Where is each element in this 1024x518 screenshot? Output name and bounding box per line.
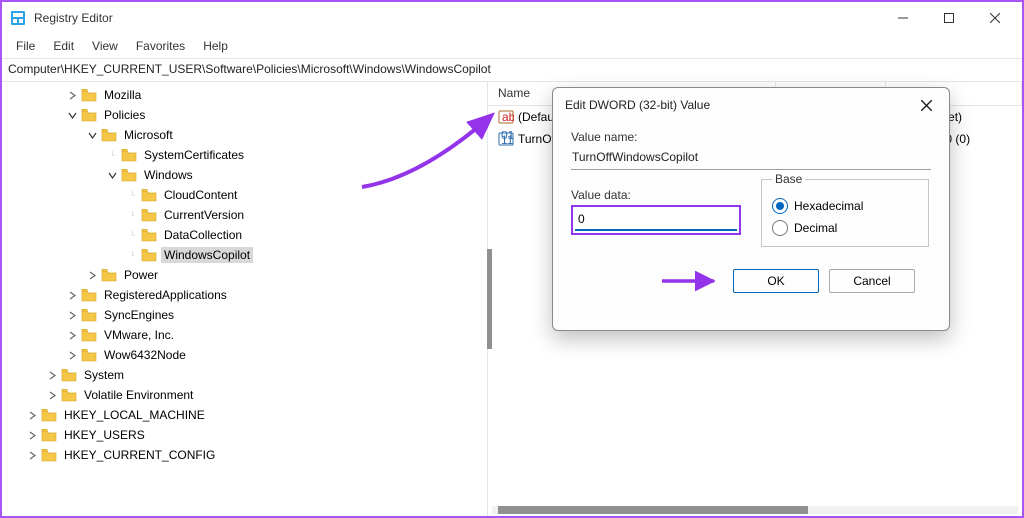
tree-item-label: CloudContent	[161, 187, 240, 203]
chevron-down-icon[interactable]	[66, 109, 79, 122]
tree-line-icon	[126, 209, 139, 222]
string-value-icon: ab	[498, 109, 514, 125]
tree-item-label: WindowsCopilot	[161, 247, 253, 263]
chevron-right-icon[interactable]	[26, 449, 39, 462]
tree-item-label: VMware, Inc.	[101, 327, 177, 343]
chevron-right-icon[interactable]	[66, 309, 79, 322]
chevron-down-icon[interactable]	[106, 169, 119, 182]
base-fieldset: Base Hexadecimal Decimal	[761, 172, 929, 247]
radio-icon	[772, 198, 788, 214]
radio-hexadecimal[interactable]: Hexadecimal	[772, 198, 918, 214]
tree-item[interactable]: CloudContent	[10, 185, 487, 205]
chevron-right-icon[interactable]	[26, 429, 39, 442]
chevron-down-icon[interactable]	[86, 129, 99, 142]
value-data-input[interactable]	[575, 209, 737, 231]
dialog-close-button[interactable]	[915, 94, 937, 116]
address-bar[interactable]: Computer\HKEY_CURRENT_USER\Software\Poli…	[2, 58, 1022, 82]
tree-item[interactable]: System	[10, 365, 487, 385]
tree-item[interactable]: WindowsCopilot	[10, 245, 487, 265]
tree-item[interactable]: Microsoft	[10, 125, 487, 145]
tree-line-icon	[126, 189, 139, 202]
registry-editor-window: Registry Editor File Edit View Favorites…	[0, 0, 1024, 518]
tree-item-label: Mozilla	[101, 87, 144, 103]
cancel-button[interactable]: Cancel	[829, 269, 915, 293]
menubar: File Edit View Favorites Help	[2, 34, 1022, 58]
tree-item-label: Microsoft	[121, 127, 176, 143]
tree-item-label: HKEY_USERS	[61, 427, 148, 443]
tree-item[interactable]: Windows	[10, 165, 487, 185]
tree-item-label: SyncEngines	[101, 307, 177, 323]
window-controls	[880, 2, 1018, 34]
edit-dword-dialog: Edit DWORD (32-bit) Value Value name: Tu…	[552, 87, 950, 331]
tree-item-label: Windows	[141, 167, 196, 183]
chevron-right-icon[interactable]	[66, 329, 79, 342]
titlebar: Registry Editor	[2, 2, 1022, 34]
menu-file[interactable]: File	[8, 36, 43, 56]
close-button[interactable]	[972, 2, 1018, 34]
regedit-icon	[10, 10, 26, 26]
registry-tree[interactable]: Mozilla Policies Microsoft SystemCertificat…	[2, 82, 488, 516]
value-name-label: Value name:	[571, 130, 931, 144]
ok-button[interactable]: OK	[733, 269, 819, 293]
tree-item-label: Volatile Environment	[81, 387, 196, 403]
tree-item[interactable]: HKEY_CURRENT_CONFIG	[10, 445, 487, 465]
tree-line-icon	[126, 229, 139, 242]
chevron-right-icon[interactable]	[66, 349, 79, 362]
value-data-label: Value data:	[571, 188, 741, 202]
chevron-right-icon[interactable]	[66, 89, 79, 102]
tree-line-icon	[106, 149, 119, 162]
tree-item[interactable]: Mozilla	[10, 85, 487, 105]
tree-item[interactable]: RegisteredApplications	[10, 285, 487, 305]
value-name-field: TurnOffWindowsCopilot	[571, 146, 931, 170]
tree-item[interactable]: HKEY_LOCAL_MACHINE	[10, 405, 487, 425]
tree-item-label: Wow6432Node	[101, 347, 189, 363]
menu-edit[interactable]: Edit	[45, 36, 82, 56]
tree-item[interactable]: VMware, Inc.	[10, 325, 487, 345]
tree-item-label: HKEY_LOCAL_MACHINE	[61, 407, 208, 423]
tree-item-label: RegisteredApplications	[101, 287, 230, 303]
tree-item[interactable]: Policies	[10, 105, 487, 125]
svg-text:ab: ab	[502, 110, 514, 124]
tree-item-label: CurrentVersion	[161, 207, 247, 223]
annotation-arrow-icon	[659, 271, 729, 291]
tree-item[interactable]: Power	[10, 265, 487, 285]
tree-item[interactable]: Volatile Environment	[10, 385, 487, 405]
tree-item-label: HKEY_CURRENT_CONFIG	[61, 447, 218, 463]
chevron-right-icon[interactable]	[66, 289, 79, 302]
menu-help[interactable]: Help	[195, 36, 236, 56]
tree-item-label: System	[81, 367, 127, 383]
chevron-right-icon[interactable]	[46, 369, 59, 382]
tree-item[interactable]: CurrentVersion	[10, 205, 487, 225]
tree-item-label: DataCollection	[161, 227, 245, 243]
menu-view[interactable]: View	[84, 36, 126, 56]
radio-hex-label: Hexadecimal	[794, 199, 863, 213]
tree-line-icon	[126, 249, 139, 262]
tree-item[interactable]: SyncEngines	[10, 305, 487, 325]
radio-dec-label: Decimal	[794, 221, 837, 235]
chevron-right-icon[interactable]	[46, 389, 59, 402]
window-title: Registry Editor	[34, 11, 113, 25]
tree-item-label: SystemCertificates	[141, 147, 247, 163]
radio-decimal[interactable]: Decimal	[772, 220, 918, 236]
horizontal-scrollbar[interactable]	[492, 506, 1018, 514]
tree-item[interactable]: Wow6432Node	[10, 345, 487, 365]
dialog-title-text: Edit DWORD (32-bit) Value	[565, 98, 710, 112]
maximize-button[interactable]	[926, 2, 972, 34]
tree-item[interactable]: SystemCertificates	[10, 145, 487, 165]
menu-favorites[interactable]: Favorites	[128, 36, 193, 56]
value-data-highlight-box	[571, 205, 741, 235]
scrollbar-handle-icon[interactable]	[498, 506, 808, 514]
minimize-button[interactable]	[880, 2, 926, 34]
tree-item[interactable]: HKEY_USERS	[10, 425, 487, 445]
dialog-titlebar: Edit DWORD (32-bit) Value	[553, 88, 949, 122]
tree-item-label: Power	[121, 267, 161, 283]
base-legend: Base	[772, 172, 805, 186]
radio-icon	[772, 220, 788, 236]
chevron-right-icon[interactable]	[26, 409, 39, 422]
tree-item[interactable]: DataCollection	[10, 225, 487, 245]
chevron-right-icon[interactable]	[86, 269, 99, 282]
tree-item-label: Policies	[101, 107, 148, 123]
dword-value-icon: 011110	[498, 131, 514, 147]
svg-text:110: 110	[501, 133, 514, 147]
